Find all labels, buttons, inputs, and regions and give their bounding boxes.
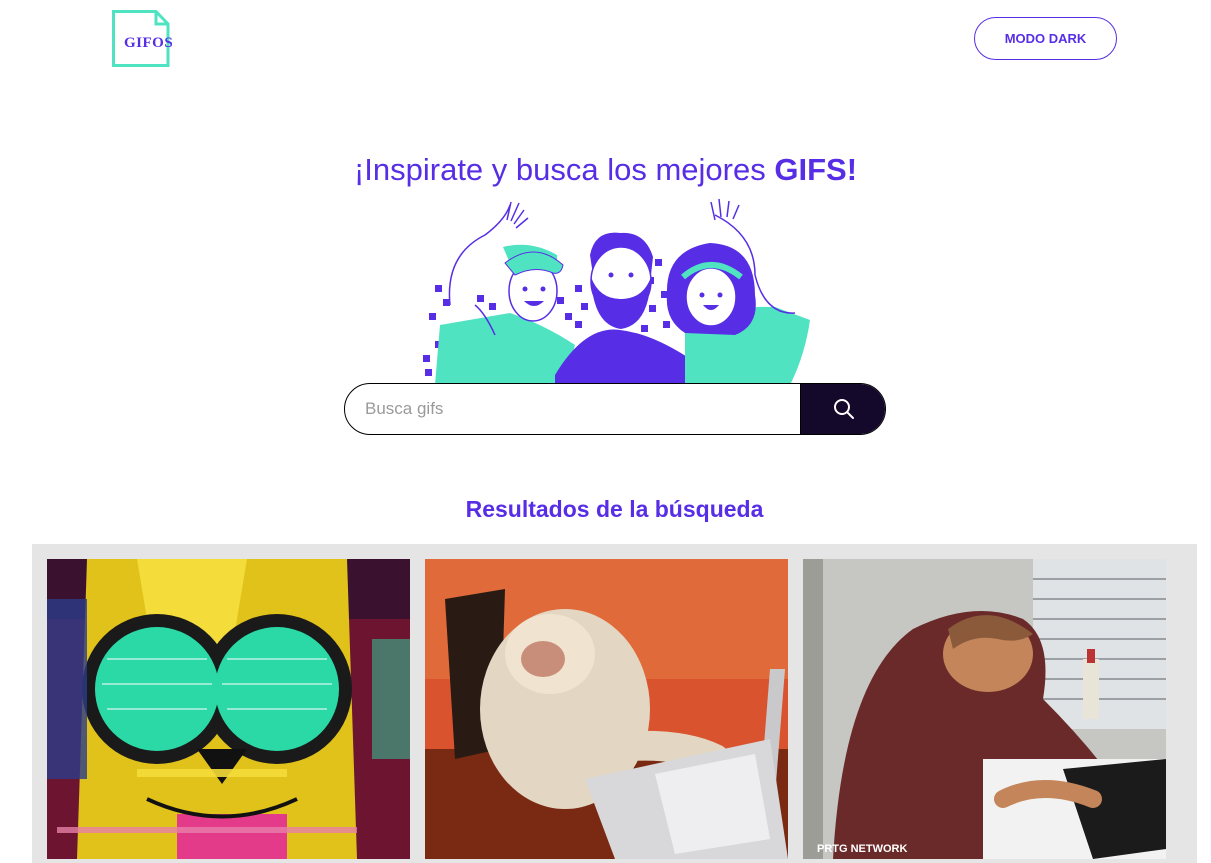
hero-title-bold: GIFS! bbox=[774, 152, 858, 187]
results-title: Resultados de la búsqueda bbox=[465, 496, 764, 522]
gif-result-2[interactable] bbox=[425, 559, 788, 859]
gif-image-monkey-laptop bbox=[425, 559, 788, 859]
hero-title: ¡Inspirate y busca los mejores GIFS! bbox=[0, 152, 1211, 188]
gifos-logo[interactable]: GIFOS bbox=[112, 10, 174, 68]
gif-watermark: PRTG NETWORK bbox=[817, 843, 907, 855]
gif-image-man-keyboard: PRTG NETWORK bbox=[803, 559, 1166, 859]
search-bar bbox=[344, 383, 886, 435]
logo-text: GIFOS bbox=[124, 35, 174, 51]
gif-result-1[interactable] bbox=[47, 559, 410, 859]
search-button[interactable] bbox=[800, 384, 885, 434]
search-input[interactable] bbox=[345, 384, 800, 434]
dark-mode-button[interactable]: MODO DARK bbox=[974, 17, 1117, 60]
search-icon bbox=[833, 399, 854, 419]
results-grid: PRTG NETWORK bbox=[32, 544, 1197, 863]
gif-image-robot-bird bbox=[47, 559, 410, 859]
hero-illustration bbox=[423, 198, 810, 385]
hero-title-text: ¡Inspirate y busca los mejores bbox=[353, 152, 775, 187]
gif-result-3[interactable]: PRTG NETWORK bbox=[803, 559, 1166, 859]
